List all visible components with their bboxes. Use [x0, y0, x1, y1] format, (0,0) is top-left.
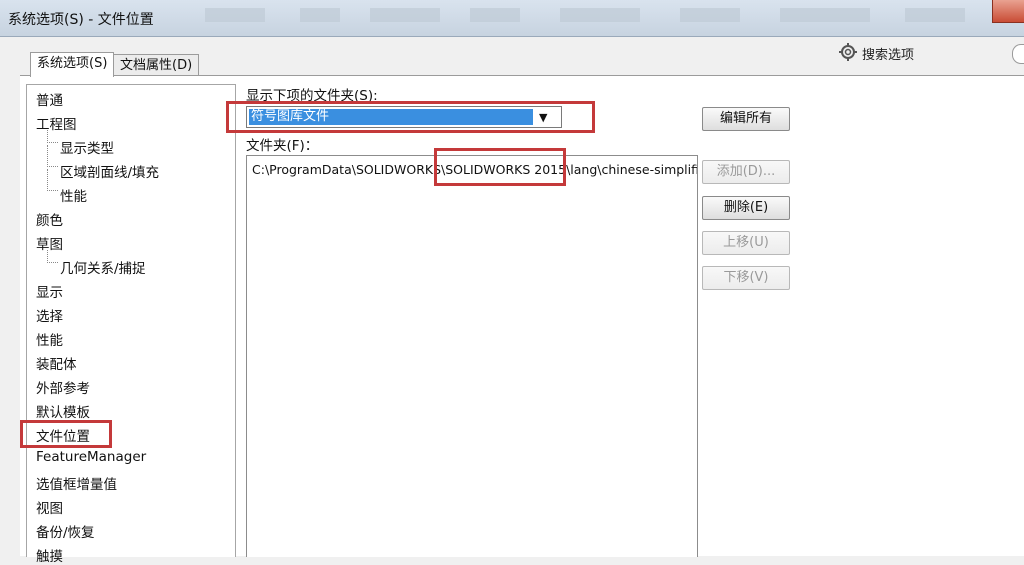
tree-item-label: 颜色	[36, 213, 63, 229]
title-bar-blur	[370, 8, 440, 22]
title-bar-blur	[905, 8, 965, 22]
tree-item-assemblies[interactable]: 装配体	[36, 353, 77, 373]
tree-item-label: 性能	[60, 189, 87, 205]
tree-item-label: 备份/恢复	[36, 525, 95, 541]
tree-connector	[47, 145, 58, 167]
delete-button[interactable]: 删除(E)	[702, 196, 790, 220]
title-bar: 系统选项(S) - 文件位置	[0, 0, 1024, 37]
tree-item-display-type[interactable]: 显示类型	[60, 137, 114, 157]
title-bar-blur	[470, 8, 520, 22]
tree-item-label: 区域剖面线/填充	[60, 165, 160, 181]
search-options-label: 搜索选项	[862, 48, 915, 63]
tree-item-selection[interactable]: 选择	[36, 305, 63, 325]
options-tree[interactable]: 普通 工程图 显示类型 区域剖面线/填充 性能 颜色 草图 几何关系/捕捉 显示…	[26, 84, 236, 565]
folder-list[interactable]: C:\ProgramData\SOLIDWORKS\SOLIDWORKS 201…	[246, 155, 698, 557]
title-bar-blur	[680, 8, 740, 22]
title-bar-blur	[780, 8, 870, 22]
edit-all-button[interactable]: 编辑所有	[702, 107, 790, 131]
tab-document-properties-label: 文档属性(D)	[120, 58, 193, 73]
tree-item-view[interactable]: 视图	[36, 497, 63, 517]
highlight-box-file-locations	[20, 420, 112, 448]
tree-item-label: 选值框增量值	[36, 477, 117, 493]
gear-icon	[839, 43, 857, 61]
tree-item-label: 默认模板	[36, 405, 90, 421]
tree-item-general[interactable]: 普通	[36, 89, 63, 109]
tree-item-touch[interactable]: 触摸	[36, 545, 63, 565]
tree-item-label: FeatureManager	[36, 449, 147, 465]
tree-item-label: 触摸	[36, 549, 63, 565]
tree-item-label: 显示	[36, 285, 63, 301]
search-field-edge[interactable]	[1012, 44, 1024, 64]
tree-connector	[47, 130, 58, 143]
tree-item-backup-recover[interactable]: 备份/恢复	[36, 521, 95, 541]
title-bar-blur	[560, 8, 640, 22]
search-options[interactable]: 搜索选项	[838, 42, 1024, 64]
tree-item-colors[interactable]: 颜色	[36, 209, 63, 229]
tree-item-relations-snaps[interactable]: 几何关系/捕捉	[60, 257, 146, 277]
tree-item-external-references[interactable]: 外部参考	[36, 377, 90, 397]
tree-item-label: 普通	[36, 93, 63, 109]
title-bar-blur	[205, 8, 265, 22]
title-bar-blur	[300, 8, 340, 22]
tree-item-label: 选择	[36, 309, 63, 325]
close-button[interactable]	[992, 0, 1024, 23]
tree-item-label: 视图	[36, 501, 63, 517]
tree-item-default-templates[interactable]: 默认模板	[36, 401, 90, 421]
move-up-button[interactable]: 上移(U)	[702, 231, 790, 255]
tab-system-options[interactable]: 系统选项(S)	[30, 52, 115, 77]
window-title: 系统选项(S) - 文件位置	[8, 12, 154, 28]
tree-item-display[interactable]: 显示	[36, 281, 63, 301]
tree-item-label: 性能	[36, 333, 63, 349]
tree-connector	[47, 250, 58, 263]
tree-item-performance[interactable]: 性能	[36, 329, 63, 349]
tree-item-label: 几何关系/捕捉	[60, 261, 146, 277]
tree-item-featuremanager[interactable]: FeatureManager	[36, 449, 146, 465]
highlight-box-folder-select	[226, 101, 595, 133]
tab-system-options-label: 系统选项(S)	[37, 56, 108, 71]
tree-item-drawings-performance[interactable]: 性能	[60, 185, 87, 205]
folders-label: 文件夹(F)：	[246, 138, 319, 154]
highlight-box-version	[434, 148, 566, 186]
add-button[interactable]: 添加(D)...	[702, 160, 790, 184]
tree-item-spin-box-increments[interactable]: 选值框增量值	[36, 473, 117, 493]
tree-item-area-hatch-fill[interactable]: 区域剖面线/填充	[60, 161, 159, 181]
tree-connector	[47, 169, 58, 191]
tree-item-label: 装配体	[36, 357, 77, 373]
move-down-button[interactable]: 下移(V)	[702, 266, 790, 290]
tree-item-label: 外部参考	[36, 381, 90, 397]
tab-document-properties[interactable]: 文档属性(D)	[113, 54, 200, 77]
tree-item-label: 显示类型	[60, 141, 114, 157]
